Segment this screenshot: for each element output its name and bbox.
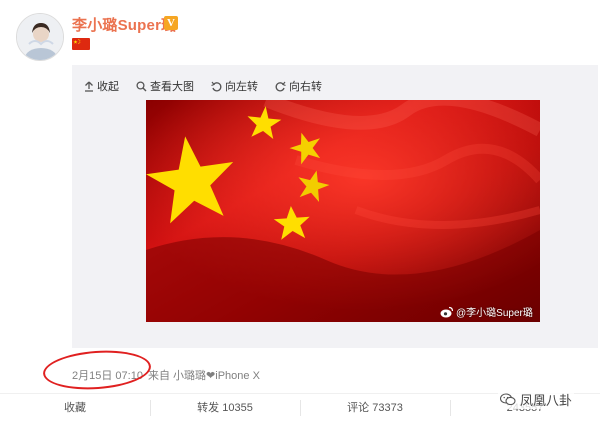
media-toolbar: 收起 查看大图 向左转 向右转 <box>84 78 339 94</box>
collapse-button[interactable]: 收起 <box>84 78 119 94</box>
site-watermark-logo: 凤凰八卦 <box>498 390 575 409</box>
view-large-button[interactable]: 查看大图 <box>136 78 194 94</box>
china-flag-icon <box>72 38 90 50</box>
rotate-right-button[interactable]: 向右转 <box>275 78 322 94</box>
red-circle-annotation <box>41 347 153 393</box>
favorite-button[interactable]: 收藏 <box>0 394 150 425</box>
wechat-icon <box>500 393 516 406</box>
watermark-text: @李小璐Super璐 <box>456 308 533 319</box>
search-icon <box>136 80 147 91</box>
username-link[interactable]: 李小璐Super璐 <box>72 14 176 35</box>
repost-label: 转发 10355 <box>197 402 253 414</box>
china-flag-image <box>146 100 540 322</box>
site-name: 凤凰八卦 <box>520 393 573 408</box>
post-image[interactable] <box>146 100 540 322</box>
comment-button[interactable]: 评论 73373 <box>300 394 450 425</box>
rotate-right-icon <box>275 81 286 91</box>
verified-badge-icon[interactable]: V <box>164 16 178 30</box>
weibo-logo-icon <box>440 306 454 317</box>
collapse-label: 收起 <box>97 81 119 93</box>
avatar-image <box>17 14 63 60</box>
repost-button[interactable]: 转发 10355 <box>150 394 300 425</box>
favorite-label: 收藏 <box>64 402 86 414</box>
rotate-left-icon <box>211 81 222 91</box>
rotate-left-button[interactable]: 向左转 <box>211 78 258 94</box>
rotate-left-label: 向左转 <box>225 81 258 93</box>
comment-label: 评论 73373 <box>347 402 403 414</box>
rotate-right-label: 向右转 <box>289 81 322 93</box>
collapse-icon <box>85 81 93 92</box>
view-large-label: 查看大图 <box>150 81 194 93</box>
avatar[interactable] <box>16 13 64 61</box>
post-source[interactable]: 来自 小璐璐❤iPhone X <box>148 370 260 382</box>
image-watermark: @李小璐Super璐 <box>440 304 533 319</box>
